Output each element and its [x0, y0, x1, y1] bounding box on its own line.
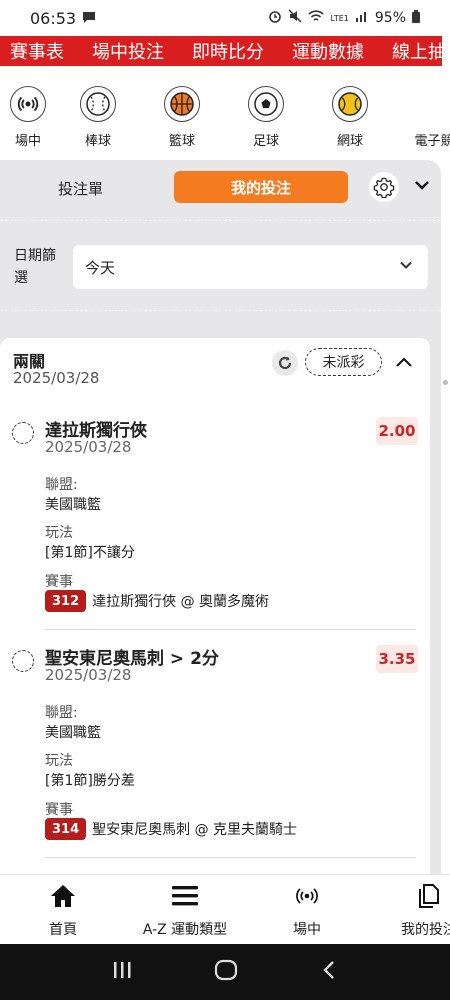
- alarm-icon: [268, 9, 282, 27]
- sport-label: 籃球: [168, 134, 195, 149]
- date-filter-value: 今天: [85, 258, 116, 277]
- bet-odds: 2.00: [376, 417, 418, 445]
- chat-notification-icon: [82, 9, 96, 27]
- soccer-icon: [248, 86, 284, 122]
- bet-separator: [44, 629, 416, 630]
- date-filter-select[interactable]: 今天: [73, 245, 428, 289]
- sport-item-soccer[interactable]: 足球: [224, 66, 308, 160]
- top-nav: 賽事表 場中投注 即時比分 運動數據 線上抽: [0, 36, 442, 66]
- event-row: 314 聖安東尼奧馬刺 @ 克里夫蘭騎士: [45, 818, 297, 840]
- sport-label: 場中: [14, 134, 41, 149]
- top-nav-item-live-score[interactable]: 即時比分: [192, 38, 264, 64]
- sport-label: 棒球: [84, 134, 111, 149]
- bottom-nav-my-bets[interactable]: 我的投注: [374, 883, 450, 939]
- scrollbar-thumb[interactable]: [443, 380, 448, 385]
- status-bar: 06:53 LTE1 95%: [0, 0, 450, 36]
- bottom-nav: 首頁 A-Z 運動類型 場中 我的投注: [0, 874, 450, 944]
- bet-separator: [44, 857, 416, 858]
- date-filter: 日期篩選 今天: [0, 244, 441, 292]
- bet-radio[interactable]: [12, 422, 34, 444]
- league-label: 聯盟:: [45, 705, 78, 721]
- bottom-nav-label: 場中: [293, 922, 321, 938]
- sport-label: 足球: [252, 134, 279, 149]
- recent-apps-icon[interactable]: [111, 960, 133, 984]
- bet-odds: 3.35: [376, 645, 418, 673]
- sport-label: 電子競: [414, 134, 450, 149]
- event-number: 314: [45, 818, 87, 840]
- bet-date: 2025/03/28: [45, 438, 132, 456]
- menu-icon: [171, 883, 199, 913]
- event-name: 聖安東尼奧馬刺 @ 克里夫蘭騎士: [92, 822, 298, 838]
- home-icon: [49, 883, 77, 913]
- sport-item-live[interactable]: 場中: [0, 66, 56, 160]
- basketball-icon: [164, 86, 200, 122]
- divider: [0, 220, 441, 221]
- refresh-icon[interactable]: [272, 350, 298, 376]
- bet-item[interactable]: 達拉斯獨行俠 2025/03/28 2.00 聯盟: 美國職籃 玩法 [第1節]…: [0, 416, 430, 616]
- parlay-card: 兩關 2025/03/28 未派彩 達拉斯獨行俠 2025/03/28 2.00…: [0, 338, 430, 874]
- bottom-nav-label: 首頁: [49, 922, 77, 938]
- sport-item-tennis[interactable]: 網球: [308, 66, 392, 160]
- event-name: 達拉斯獨行俠 @ 奧蘭多魔術: [92, 594, 270, 610]
- bottom-nav-live[interactable]: 場中: [252, 883, 362, 939]
- bet-tabs: 投注單 我的投注: [0, 160, 441, 212]
- event-label: 賽事: [45, 574, 73, 590]
- top-nav-item-live-betting[interactable]: 場中投注: [92, 38, 164, 64]
- date-filter-label: 日期篩選: [14, 248, 56, 286]
- status-badge: 未派彩: [305, 348, 382, 376]
- divider: [0, 310, 441, 311]
- network-type: LTE1: [330, 13, 349, 23]
- tab-bet-slip[interactable]: 投注單: [58, 178, 103, 199]
- mute-icon: [288, 9, 302, 27]
- baseball-icon: [80, 86, 116, 122]
- sport-label: 網球: [336, 134, 363, 149]
- league-label: 聯盟:: [45, 477, 78, 493]
- event-number: 312: [45, 590, 87, 612]
- event-label: 賽事: [45, 802, 73, 818]
- chevron-down-icon: [398, 257, 414, 277]
- bet-radio[interactable]: [12, 650, 34, 672]
- sport-item-baseball[interactable]: 棒球: [56, 66, 140, 160]
- tab-my-bets[interactable]: 我的投注: [174, 171, 348, 203]
- league-value: 美國職籃: [45, 725, 101, 741]
- back-icon[interactable]: [319, 959, 339, 985]
- market-label: 玩法: [45, 525, 73, 541]
- top-nav-item-schedule[interactable]: 賽事表: [10, 38, 64, 64]
- sport-item-esports[interactable]: 電子競: [392, 66, 450, 160]
- parlay-header: 兩關 2025/03/28 未派彩: [0, 338, 430, 400]
- chevron-down-icon[interactable]: [413, 176, 431, 198]
- sport-item-basketball[interactable]: 籃球: [140, 66, 224, 160]
- bottom-nav-sports-az[interactable]: A-Z 運動類型: [130, 883, 240, 939]
- market-value: [第1節]不讓分: [45, 545, 135, 561]
- sport-selector: 場中 棒球 籃球 足球 網球 電子競: [0, 66, 450, 160]
- bet-item[interactable]: 聖安東尼奧馬刺 > 2分 2025/03/28 3.35 聯盟: 美國職籃 玩法…: [0, 644, 430, 844]
- signal-icon: [355, 10, 369, 26]
- battery-level: 95%: [374, 10, 406, 26]
- copy-icon: [415, 883, 443, 913]
- live-icon: [10, 86, 46, 122]
- bottom-nav-label: 我的投注: [401, 922, 450, 938]
- chevron-up-icon[interactable]: [394, 353, 414, 377]
- system-nav-bar: [0, 944, 450, 1000]
- top-nav-item-sports-data[interactable]: 運動數據: [292, 38, 364, 64]
- bets-panel: 投注單 我的投注 日期篩選 今天 兩關 2025/03/28 未派彩 達拉斯獨行…: [0, 160, 441, 874]
- bottom-nav-label: A-Z 運動類型: [142, 922, 228, 938]
- top-nav-item-online-draw[interactable]: 線上抽: [392, 38, 442, 64]
- bottom-nav-home[interactable]: 首頁: [8, 883, 118, 939]
- scrollbar[interactable]: [441, 160, 450, 874]
- bet-date: 2025/03/28: [45, 666, 132, 684]
- market-label: 玩法: [45, 753, 73, 769]
- parlay-date: 2025/03/28: [13, 369, 100, 387]
- status-time: 06:53: [30, 8, 77, 28]
- tennis-icon: [332, 86, 368, 122]
- gear-icon[interactable]: [369, 172, 399, 202]
- battery-icon: [412, 9, 420, 27]
- market-value: [第1節]勝分差: [45, 773, 135, 789]
- wifi-icon: [308, 9, 325, 27]
- home-button-icon[interactable]: [214, 959, 238, 985]
- live-icon: [293, 883, 321, 913]
- league-value: 美國職籃: [45, 497, 101, 513]
- event-row: 312 達拉斯獨行俠 @ 奧蘭多魔術: [45, 590, 269, 612]
